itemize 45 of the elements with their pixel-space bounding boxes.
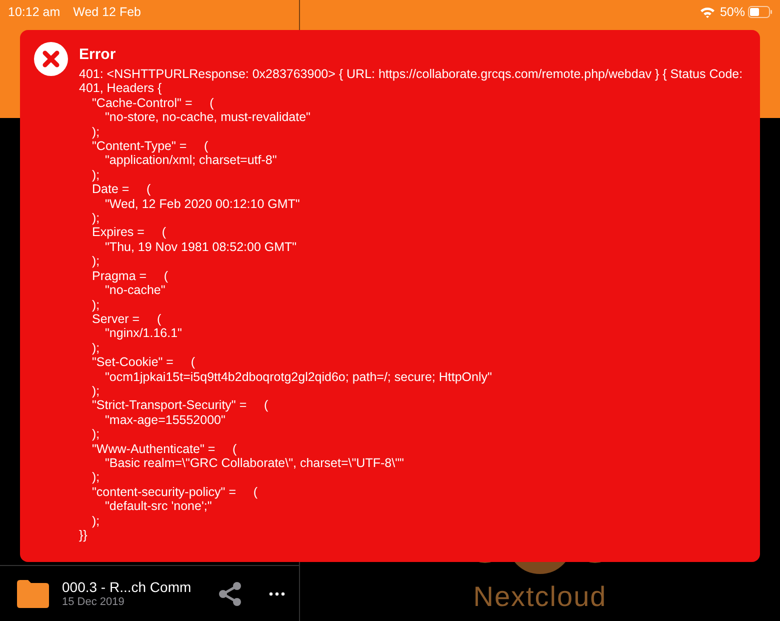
error-line: Pragma = ( (91, 268, 170, 284)
error-line: "default-src 'none';" (104, 499, 213, 514)
error-line: ); (91, 470, 101, 485)
error-line: "Set-Cookie" = ( (91, 355, 196, 370)
error-icon (34, 42, 68, 76)
error-line: "nginx/1.16.1" (104, 326, 183, 341)
error-line: "Content-Type" = ( (91, 139, 210, 154)
error-line: "no-cache" (104, 283, 166, 298)
battery-icon (748, 6, 772, 18)
error-line: Server = ( (91, 312, 162, 326)
status-date: Wed 12 Feb (73, 4, 141, 21)
error-line: "application/xml; charset=utf-8" (104, 153, 278, 168)
error-line: ); (91, 384, 101, 398)
error-title: Error (79, 46, 117, 64)
more-icon[interactable] (269, 592, 285, 596)
error-line: "Strict-Transport-Security" = ( (91, 398, 270, 413)
error-line: ); (91, 211, 101, 226)
error-line: }} (79, 528, 88, 542)
battery-percent: 50% (720, 4, 745, 21)
error-line: "Thu, 19 Nov 1981 08:52:00 GMT" (104, 240, 298, 254)
status-time: 10:12 am (8, 4, 60, 21)
error-message: 401: <NSHTTPURLResponse: 0x283763900> { URL: https://collaborate.grcqs.com/remote.php/webdav } { Status Code: 401, Headers { (79, 67, 744, 96)
error-line: "Wed, 12 Feb 2020 00:12:10 GMT" (104, 196, 301, 212)
error-line: ); (91, 340, 101, 356)
error-line: Date = ( (91, 182, 152, 197)
error-line: "no-store, no-cache, must-revalidate" (104, 110, 312, 125)
error-line: ); (91, 514, 101, 528)
error-line: "Basic realm=\"GRC Collaborate\", charset=\"UTF-8\"" (104, 456, 405, 470)
error-line: ); (91, 254, 101, 269)
folder-icon (17, 580, 49, 608)
file-date: 15 Dec 2019 (62, 596, 126, 608)
error-line: "ocm1jpkai15t=i5q9tt4b2dboqrotg2gl2qid6o; path=/; secure; HttpOnly" (104, 370, 493, 384)
error-line: "max-age=15552000" (104, 412, 226, 428)
error-line: ); (91, 298, 101, 312)
error-line: ); (91, 168, 101, 182)
error-line: Expires = ( (91, 225, 167, 240)
error-line: "Www-Authenticate" = ( (91, 442, 238, 456)
file-name[interactable]: 000.3 - R...ch Comm (62, 578, 217, 596)
brand-name: Nextcloud (473, 581, 607, 613)
error-line: "Cache-Control" = ( (91, 96, 215, 110)
error-line: ); (91, 427, 101, 442)
share-icon[interactable] (217, 580, 243, 606)
error-line: ); (91, 124, 101, 140)
wifi-icon (700, 6, 715, 18)
error-line: "content-security-policy" = ( (91, 484, 259, 500)
